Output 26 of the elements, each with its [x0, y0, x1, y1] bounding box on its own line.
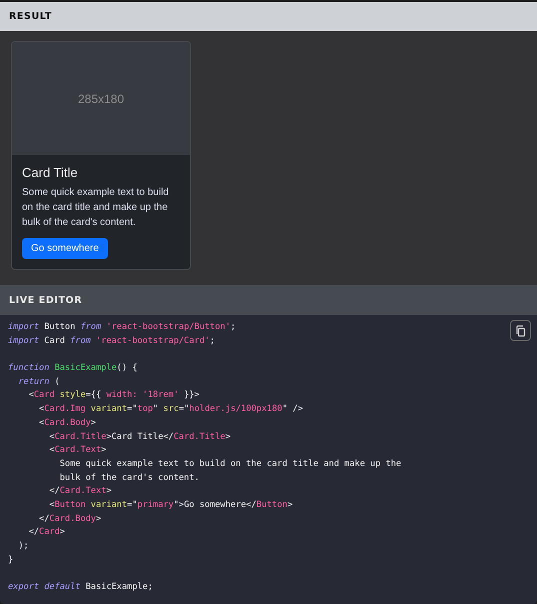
card-text: Some quick example text to build on the card title and make up the bulk of the card's content. — [22, 186, 170, 230]
code-line: export default BasicExample; — [8, 581, 153, 594]
code-line: import Button from 'react-bootstrap/Button'; — [8, 321, 236, 334]
go-button[interactable]: Go somewhere — [22, 238, 108, 259]
code-line: function BasicExample() { — [8, 362, 138, 376]
code-line: } — [8, 554, 14, 567]
code-line: <Button variant="primary">Go somewhere</Button> — [48, 498, 293, 512]
card-title: Card Title — [22, 165, 79, 180]
code-line: <Card.Text> — [48, 444, 106, 458]
copy-icon[interactable] — [510, 320, 531, 341]
code-line: import Card from 'react-bootstrap/Card'; — [8, 334, 215, 348]
code-line: </Card.Body> — [38, 512, 102, 526]
code-line: </Card> — [28, 526, 65, 540]
code-line: return ( — [17, 376, 60, 389]
image-size-label: 285x180 — [78, 92, 124, 106]
code-line: </Card.Text> — [48, 485, 112, 498]
code-line: <Card style={{ width: '18rem' }}> — [28, 389, 200, 402]
code-line: <Card.Img variant="top" src="holder.js/100px180" /> — [38, 403, 304, 416]
code-line: <Card.Title>Card Title</Card.Title> — [48, 430, 231, 444]
section-header: LIVE EDITOR — [0, 285, 537, 315]
code-line: <Card.Body> — [38, 416, 96, 430]
code-line: bulk of the card's content. — [58, 472, 200, 485]
code-line: ); — [17, 540, 29, 553]
code-line: Some quick example text to build on the card title and make up the — [58, 458, 402, 471]
code-editor[interactable] — [0, 315, 537, 604]
section-header: RESULT — [0, 2, 537, 31]
